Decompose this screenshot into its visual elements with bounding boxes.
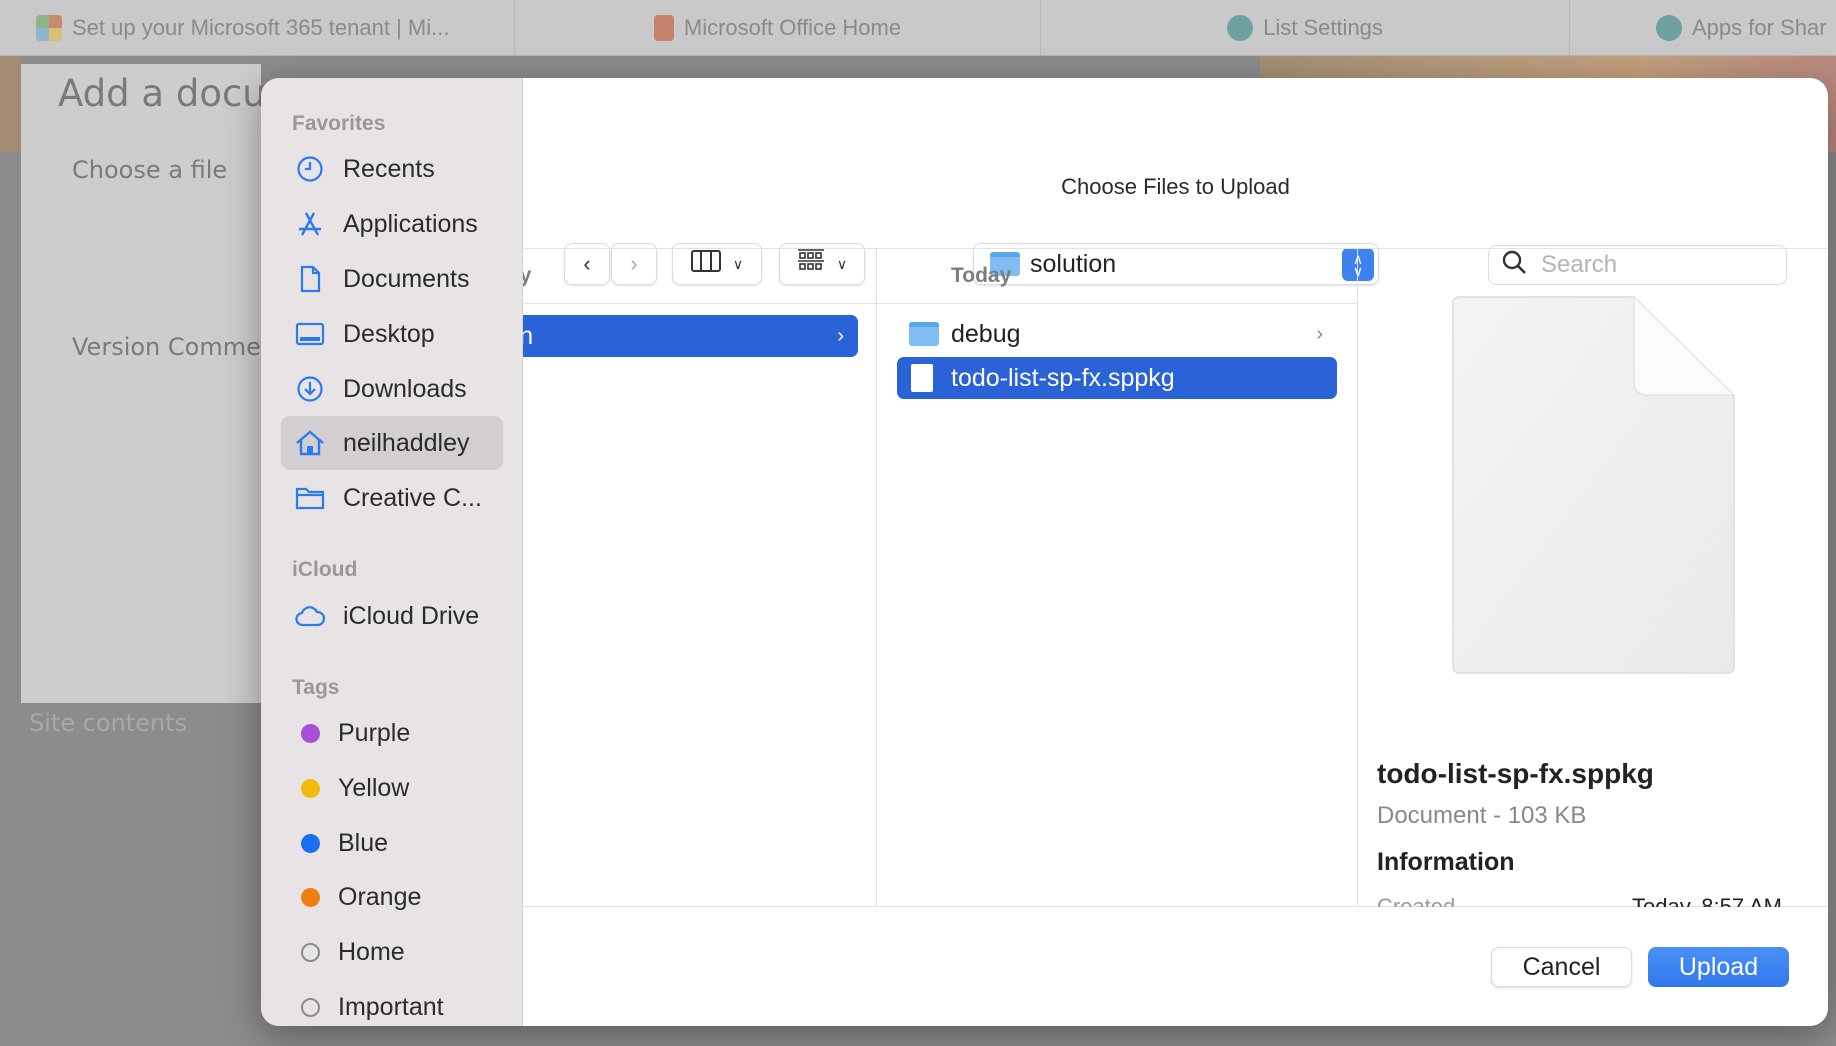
- folder-icon: [295, 483, 325, 513]
- tab-label: Apps for Shar: [1692, 15, 1827, 40]
- column-header-label: Today: [951, 264, 1012, 287]
- sidebar-item-recents[interactable]: Recents: [281, 142, 503, 196]
- icloud-header: iCloud: [292, 558, 358, 581]
- applications-icon: [295, 209, 325, 239]
- site-contents-link[interactable]: Site contents: [29, 709, 187, 737]
- tag-home[interactable]: Home: [281, 925, 503, 979]
- sidebar-item-desktop[interactable]: Desktop: [281, 307, 503, 361]
- empty-tag-dot-icon: [301, 997, 320, 1017]
- tab-label: Microsoft Office Home: [683, 15, 902, 40]
- empty-tag-dot-icon: [301, 942, 320, 962]
- tag-important[interactable]: Important: [281, 980, 503, 1026]
- chevron-right-icon: ›: [1316, 322, 1323, 345]
- sidebar-label: Documents: [343, 264, 470, 293]
- row-label: debug: [951, 319, 1021, 348]
- purple-tag-dot-icon: [301, 723, 320, 743]
- information-header: Information: [1377, 848, 1515, 876]
- tab-label: List Settings: [1263, 15, 1383, 40]
- document-preview-icon: [1452, 295, 1736, 674]
- dialog-title: Choose Files to Upload: [1061, 174, 1290, 199]
- file-icon: [911, 364, 933, 392]
- file-upload-dialog: Favorites Recents Applications Documents…: [261, 78, 1828, 1026]
- file-row-todo-list-sp-fx[interactable]: todo-list-sp-fx.sppkg: [897, 357, 1337, 399]
- tag-label: Purple: [338, 718, 411, 747]
- chevron-right-icon: ›: [837, 324, 844, 347]
- created-value: Today, 8:57 AM: [1631, 894, 1782, 907]
- sidebar-item-icloud-drive[interactable]: iCloud Drive: [281, 589, 503, 643]
- browser-tab[interactable]: List Settings: [1041, 0, 1570, 56]
- yellow-tag-dot-icon: [301, 778, 320, 798]
- tag-label: Blue: [338, 828, 389, 857]
- sidebar-label: Recents: [343, 154, 435, 183]
- sidebar-label: neilhaddley: [343, 428, 470, 457]
- browser-tab[interactable]: Apps for Shar: [1570, 0, 1836, 56]
- sidebar-item-documents[interactable]: Documents: [281, 252, 503, 306]
- column-solution: Today debug › todo-list-sp-fx.sppkg: [877, 249, 1358, 906]
- row-label: solution: [523, 322, 533, 351]
- sharepoint-logo-icon: [1227, 15, 1254, 41]
- sidebar-label: Applications: [343, 209, 478, 238]
- tag-yellow[interactable]: Yellow: [281, 761, 503, 815]
- browser-tab[interactable]: Set up your Microsoft 365 tenant | Mi...: [0, 0, 515, 56]
- column-header-label: Today: [523, 264, 531, 288]
- sidebar-item-neilhaddley[interactable]: neilhaddley: [281, 416, 503, 470]
- sidebar: Favorites Recents Applications Documents…: [261, 78, 523, 1026]
- tag-label: Orange: [338, 882, 422, 911]
- background-banner: [0, 56, 21, 152]
- tags-header: Tags: [292, 676, 340, 699]
- sidebar-item-applications[interactable]: Applications: [281, 197, 503, 251]
- tag-label: Important: [338, 992, 444, 1021]
- folder-row-debug[interactable]: [897, 393, 1337, 435]
- folder-row-debug[interactable]: debug ›: [897, 313, 1337, 355]
- sidebar-label: Creative C...: [343, 483, 482, 512]
- version-comments-label: Version Commen: [72, 333, 277, 361]
- tag-orange[interactable]: Orange: [281, 870, 503, 924]
- browser-tab[interactable]: Microsoft Office Home: [515, 0, 1041, 56]
- cloud-icon: [295, 601, 325, 631]
- home-icon: [295, 428, 325, 458]
- sidebar-item-creative-cloud[interactable]: Creative C...: [281, 471, 503, 525]
- microsoft-logo-icon: [36, 15, 62, 41]
- orange-tag-dot-icon: [301, 887, 320, 907]
- column-parent: Today solution ›: [523, 249, 877, 906]
- blue-tag-dot-icon: [301, 833, 320, 853]
- folder-row-solution[interactable]: solution ›: [523, 315, 858, 357]
- row-label: todo-list-sp-fx.sppkg: [951, 363, 1175, 392]
- created-label: Created: [1377, 894, 1456, 907]
- cancel-button[interactable]: Cancel: [1491, 947, 1632, 987]
- tab-label: Set up your Microsoft 365 tenant | Mi...: [72, 15, 450, 40]
- sidebar-item-downloads[interactable]: Downloads: [281, 362, 503, 416]
- sidebar-label: Desktop: [343, 319, 435, 348]
- favorites-header: Favorites: [292, 112, 386, 135]
- tag-purple[interactable]: Purple: [281, 706, 503, 760]
- download-icon: [295, 374, 325, 404]
- choose-file-label: Choose a file: [72, 156, 228, 184]
- office-logo-icon: [653, 15, 674, 41]
- tag-label: Yellow: [338, 773, 410, 802]
- tag-blue[interactable]: Blue: [281, 816, 503, 870]
- desktop-icon: [295, 319, 325, 349]
- sidebar-label: Downloads: [343, 374, 467, 403]
- document-icon: [295, 264, 325, 294]
- info-created-row: Created Today, 8:57 AM: [1377, 888, 1782, 907]
- tag-label: Home: [338, 937, 405, 966]
- sharepoint-logo-icon: [1656, 15, 1682, 41]
- clock-icon: [295, 154, 325, 184]
- preview-filename: todo-list-sp-fx.sppkg: [1377, 758, 1654, 789]
- column-header: Today: [877, 249, 1357, 304]
- upload-button[interactable]: Upload: [1648, 947, 1789, 987]
- sidebar-label: iCloud Drive: [343, 601, 480, 630]
- preview-kind-size: Document - 103 KB: [1377, 802, 1587, 829]
- column-header: Today: [523, 249, 876, 304]
- folder-icon: [909, 322, 939, 346]
- browser-tab-bar: Set up your Microsoft 365 tenant | Mi...…: [0, 0, 1836, 56]
